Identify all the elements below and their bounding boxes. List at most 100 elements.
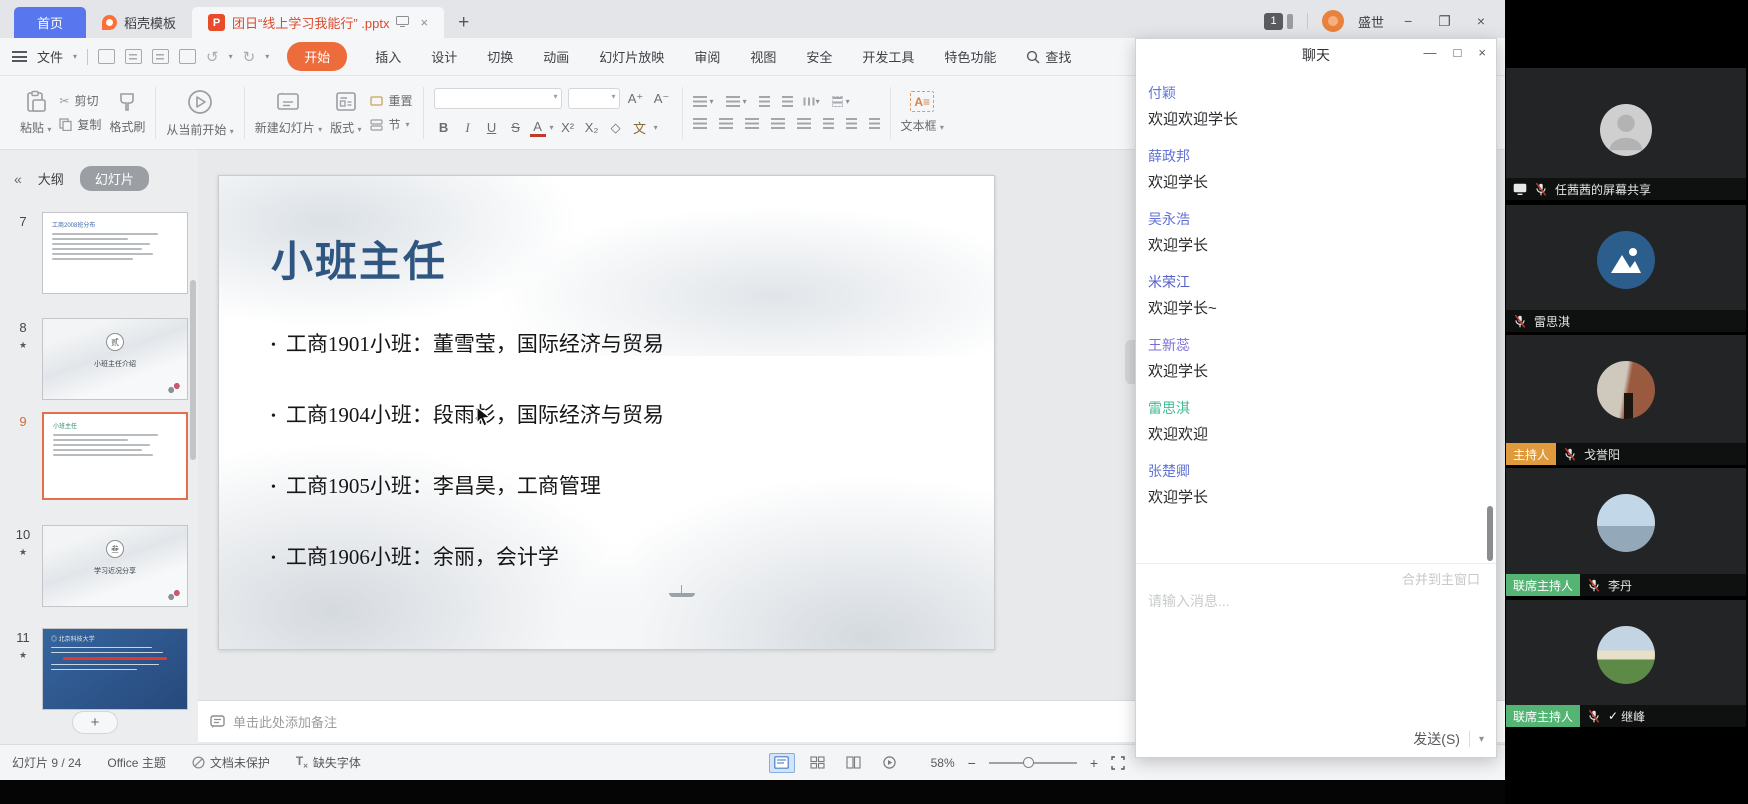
slide-title[interactable]: 小班主任 [271,228,447,289]
missing-font-warning[interactable]: T× 缺失字体 [296,754,361,771]
slide-thumbnail[interactable]: 工商2008班分布 [42,212,188,294]
tab-document[interactable]: P 团日“线上学习我能行” .pptx × [192,7,444,38]
phonetic-button[interactable]: 文 [630,118,650,137]
redo-icon[interactable]: ↻ [243,48,256,66]
slide-thumbnail[interactable]: 叁学习近况分享 [42,525,188,607]
minimize-button[interactable]: − [1398,13,1418,29]
protection-status[interactable]: 文档未保护 [192,754,270,771]
chat-scrollbar[interactable] [1487,506,1493,561]
user-name[interactable]: 盛世 [1358,12,1384,31]
slide-thumbnail[interactable]: 小班主任 [42,412,188,500]
window-count-badge[interactable]: 1 [1264,13,1283,30]
cut-button[interactable]: ✂剪切 [59,92,101,109]
send-button[interactable]: 发送(S) [1413,729,1460,749]
align-center-button[interactable] [719,118,733,129]
chat-sender[interactable]: 米荣江 [1148,272,1480,292]
merge-to-main-link[interactable]: 合并到主窗口 [1402,569,1480,588]
menu-item[interactable]: 动画 [543,47,569,66]
participant-tile[interactable]: 主持人 戈誉阳 [1506,335,1746,465]
justify-button[interactable] [771,118,785,129]
panel-scrollbar[interactable] [190,280,196,460]
chat-input[interactable]: 请输入消息... [1148,591,1230,611]
menu-item[interactable]: 插入 [375,47,401,66]
textbox-button[interactable]: A≡ 文本框 ▾ [901,91,944,134]
undo-icon[interactable]: ↺ [206,48,219,66]
close-button[interactable]: × [1471,13,1491,29]
chat-sender[interactable]: 雷思淇 [1148,398,1480,418]
distribute-button[interactable] [797,118,811,129]
hamburger-icon[interactable] [12,51,27,62]
font-color-button[interactable]: A [530,119,546,137]
paste-button[interactable]: 粘贴 ▾ [20,90,51,136]
zoom-level[interactable]: 58% [931,756,955,770]
font-name-select[interactable] [434,88,562,109]
user-avatar[interactable] [1322,10,1344,32]
align-right-button[interactable] [745,118,759,129]
zoom-in-button[interactable]: + [1087,755,1101,771]
participant-tile[interactable]: 联席主持人 ✓ 继峰 [1506,600,1746,727]
tab-outline[interactable]: 大纲 [38,169,64,188]
chat-close-button[interactable]: × [1478,45,1486,60]
menu-item[interactable]: 视图 [750,47,776,66]
bold-button[interactable]: B [434,120,454,135]
decrease-font-icon[interactable]: A⁻ [652,91,672,107]
numbered-list-button[interactable]: ▾ [726,96,747,107]
spacing-increase-button[interactable] [846,118,857,129]
font-size-select[interactable] [568,88,620,109]
restore-button[interactable]: ❐ [1432,13,1457,30]
collapse-ribbon-icon[interactable]: ▾ [265,52,269,61]
normal-view-button[interactable] [769,753,795,773]
slide-thumbnail[interactable]: 贰小班主任介绍 [42,318,188,400]
slide-body[interactable]: •工商1901小班：董雪莹，国际经济与贸易•工商1904小班：段雨杉，国际经济与… [271,328,664,571]
columns-button[interactable] [869,118,880,129]
save-icon[interactable] [98,49,115,64]
send-options-icon[interactable]: ▾ [1479,734,1484,745]
menu-file[interactable]: 文件 [37,47,63,66]
layout-button[interactable]: 版式 ▾ [330,90,361,136]
chat-sender[interactable]: 王新蕊 [1148,335,1480,355]
play-from-current-button[interactable]: 从当前开始 ▾ [166,88,233,138]
slide-thumbnail[interactable]: ◎ 北京科技大学 [42,628,188,710]
chat-sender[interactable]: 吴永浩 [1148,209,1480,229]
tab-home[interactable]: 首页 [14,7,86,38]
superscript-button[interactable]: X² [558,120,578,135]
increase-font-icon[interactable]: A⁺ [626,91,646,107]
slide-sorter-button[interactable] [805,753,831,773]
chat-sender[interactable]: 付颖 [1148,83,1480,103]
new-slide-button[interactable]: 新建幻灯片 ▾ [255,90,322,136]
underline-button[interactable]: U [482,120,502,135]
tab-start[interactable]: 开始 [287,42,347,71]
format-painter-button[interactable]: 格式刷 [109,91,145,135]
reading-view-button[interactable] [841,753,867,773]
slide-canvas[interactable]: 小班主任 •工商1901小班：董雪莹，国际经济与贸易•工商1904小班：段雨杉，… [218,175,995,650]
zoom-slider-knob[interactable] [1023,757,1034,768]
bullet-list-button[interactable]: ▾ [693,96,714,107]
menu-item[interactable]: 幻灯片放映 [599,47,664,66]
menu-item[interactable]: 特色功能 [944,47,996,66]
chat-message-list[interactable]: 付颖 欢迎欢迎学长 薛政邦 欢迎学长 吴永浩 欢迎学长 米荣江 欢迎学长~ 王新… [1148,83,1480,524]
participant-tile[interactable]: 联席主持人 李丹 [1506,468,1746,596]
fit-slide-icon[interactable] [1111,756,1125,770]
tab-docer[interactable]: 稻壳模板 [86,7,192,38]
menu-item[interactable]: 设计 [431,47,457,66]
section-button[interactable]: 节 ▾ [370,116,413,133]
reset-button[interactable]: 重置 [370,92,413,109]
text-layout-button[interactable]: ▾ [832,96,850,107]
preview-icon[interactable] [179,49,196,64]
slideshow-button[interactable] [877,753,903,773]
chat-maximize-button[interactable]: □ [1454,45,1462,60]
new-tab-button[interactable]: + [444,7,483,38]
chat-titlebar[interactable]: 聊天 — □ × [1136,39,1496,71]
search-box[interactable]: 查找 [1026,47,1071,66]
print-preview-icon[interactable] [152,49,169,64]
participant-tile[interactable]: 任茜茜的屏幕共享 [1506,68,1746,200]
menu-item[interactable]: 安全 [806,47,832,66]
chat-minimize-button[interactable]: — [1424,45,1437,60]
line-spacing-button[interactable] [823,118,834,129]
copy-button[interactable]: 复制 [59,116,101,133]
zoom-slider[interactable] [989,762,1077,764]
chat-sender[interactable]: 薛政邦 [1148,146,1480,166]
close-tab-icon[interactable]: × [420,15,428,30]
add-slide-button[interactable]: + [72,711,118,734]
menu-item[interactable]: 切换 [487,47,513,66]
